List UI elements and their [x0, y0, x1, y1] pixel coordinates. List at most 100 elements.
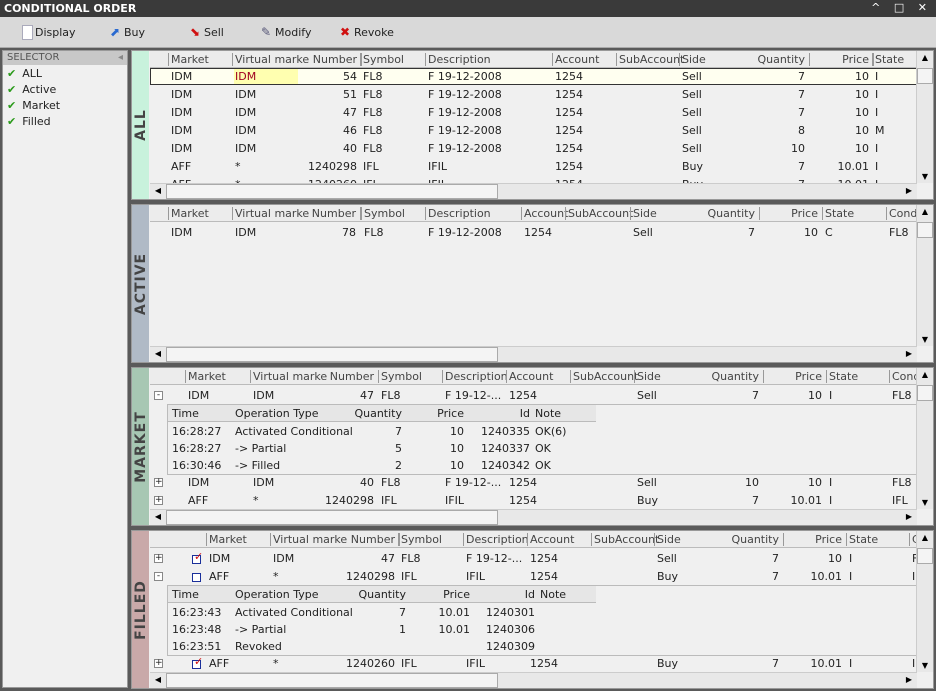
- column-header[interactable]: Market: [171, 51, 209, 68]
- modify-button[interactable]: ✎ Modify: [259, 25, 311, 40]
- column-header[interactable]: Number: [313, 51, 357, 68]
- scroll-left-icon[interactable]: ◀: [150, 512, 166, 521]
- column-header[interactable]: Quantity: [731, 531, 779, 548]
- column-header[interactable]: Side: [682, 51, 706, 68]
- scroll-down-icon[interactable]: ▼: [917, 661, 933, 670]
- column-header[interactable]: Symbol: [363, 51, 404, 68]
- vertical-scrollbar[interactable]: ▲ ▼: [916, 205, 933, 346]
- column-header[interactable]: Account: [555, 51, 599, 68]
- collapse-row-button[interactable]: -: [154, 391, 163, 400]
- scroll-left-icon[interactable]: ◀: [150, 675, 166, 684]
- column-header[interactable]: State: [829, 368, 858, 385]
- expand-row-button[interactable]: +: [154, 659, 163, 668]
- revoke-button[interactable]: ✖ Revoke: [338, 25, 394, 40]
- column-header[interactable]: Side: [657, 531, 681, 548]
- selector-item-active[interactable]: ✔ Active: [7, 83, 56, 96]
- display-button[interactable]: Display: [22, 25, 76, 40]
- column-header[interactable]: Virtual marke: [235, 51, 309, 68]
- column-header[interactable]: SubAccount: [619, 51, 684, 68]
- column-header[interactable]: Description: [466, 531, 529, 548]
- column-header[interactable]: Price: [795, 368, 822, 385]
- selector-item-filled[interactable]: ✔ Filled: [7, 115, 51, 128]
- horizontal-scrollbar[interactable]: ◀ ▶: [150, 346, 917, 362]
- column-header[interactable]: Market: [188, 368, 226, 385]
- collapse-left-icon[interactable]: ◂: [118, 52, 123, 63]
- column-header[interactable]: SubAccount: [568, 205, 633, 222]
- buy-button[interactable]: ⬈ Buy: [108, 25, 145, 40]
- column-header[interactable]: Number: [330, 368, 374, 385]
- scroll-right-icon[interactable]: ▶: [901, 186, 917, 195]
- column-header[interactable]: State: [849, 531, 878, 548]
- scroll-right-icon[interactable]: ▶: [901, 349, 917, 358]
- expand-row-button[interactable]: +: [154, 554, 163, 563]
- scroll-left-icon[interactable]: ◀: [150, 349, 166, 358]
- column-header[interactable]: Side: [637, 368, 661, 385]
- column-header[interactable]: Account: [530, 531, 574, 548]
- column-header[interactable]: SubAccount: [594, 531, 659, 548]
- scroll-up-icon[interactable]: ▲: [917, 533, 933, 542]
- horizontal-scrollbar[interactable]: ◀ ▶: [150, 672, 917, 688]
- collapse-row-button[interactable]: -: [154, 572, 163, 581]
- column-header[interactable]: Account: [509, 368, 553, 385]
- column-header[interactable]: SubAccount: [573, 368, 638, 385]
- scroll-right-icon[interactable]: ▶: [901, 675, 917, 684]
- vertical-scrollbar[interactable]: ▲ ▼: [916, 51, 933, 183]
- scroll-left-icon[interactable]: ◀: [150, 186, 166, 195]
- vertical-scrollbar[interactable]: ▲ ▼: [916, 531, 933, 672]
- scroll-thumb[interactable]: [917, 548, 933, 564]
- selector-item-all[interactable]: ✔ ALL: [7, 67, 42, 80]
- column-header[interactable]: Market: [209, 531, 247, 548]
- column-header[interactable]: Price: [842, 51, 869, 68]
- column-header[interactable]: Symbol: [401, 531, 442, 548]
- column-header[interactable]: Number: [351, 531, 395, 548]
- column-header[interactable]: Virtual marke: [253, 368, 327, 385]
- column-header[interactable]: State: [875, 51, 904, 68]
- column-header[interactable]: Price: [791, 205, 818, 222]
- scroll-thumb[interactable]: [917, 385, 933, 401]
- column-header[interactable]: Description: [445, 368, 508, 385]
- scroll-thumb[interactable]: [166, 184, 498, 199]
- column-header[interactable]: Price: [815, 531, 842, 548]
- maximize-icon[interactable]: □: [894, 1, 909, 14]
- scroll-up-icon[interactable]: ▲: [917, 207, 933, 216]
- column-header[interactable]: Side: [633, 205, 657, 222]
- collapse-icon[interactable]: ^: [871, 1, 885, 14]
- column-header[interactable]: Virtual marke: [235, 205, 309, 222]
- column-header[interactable]: Symbol: [364, 205, 405, 222]
- horizontal-scrollbar[interactable]: ◀ ▶: [150, 183, 917, 199]
- column-header[interactable]: Account: [524, 205, 568, 222]
- scroll-thumb[interactable]: [166, 673, 498, 688]
- vertical-scrollbar[interactable]: ▲ ▼: [916, 368, 933, 509]
- scroll-down-icon[interactable]: ▼: [917, 172, 933, 181]
- selector-item-market[interactable]: ✔ Market: [7, 99, 60, 112]
- scroll-down-icon[interactable]: ▼: [917, 498, 933, 507]
- column-header[interactable]: Quantity: [711, 368, 759, 385]
- scroll-up-icon[interactable]: ▲: [917, 370, 933, 379]
- expand-row-button[interactable]: +: [154, 496, 163, 505]
- row-cell: AFF: [209, 657, 230, 670]
- column-header[interactable]: Symbol: [381, 368, 422, 385]
- column-header[interactable]: Quantity: [707, 205, 755, 222]
- column-header[interactable]: Description: [428, 51, 491, 68]
- expand-row-button[interactable]: +: [154, 478, 163, 487]
- scroll-thumb[interactable]: [166, 347, 498, 362]
- column-header[interactable]: Virtual marke: [273, 531, 347, 548]
- scroll-down-icon[interactable]: ▼: [917, 335, 933, 344]
- column-separator: [361, 53, 362, 66]
- section-all: ALL Market Virtual marke Number Symbol Descri…: [131, 50, 934, 200]
- column-header[interactable]: Quantity: [757, 51, 805, 68]
- close-icon[interactable]: ✕: [918, 1, 932, 14]
- scroll-right-icon[interactable]: ▶: [901, 512, 917, 521]
- scroll-up-icon[interactable]: ▲: [917, 53, 933, 62]
- scroll-thumb[interactable]: [917, 222, 933, 238]
- scroll-thumb[interactable]: [166, 510, 498, 525]
- filled-checked-icon: [192, 550, 203, 564]
- column-header[interactable]: Number: [312, 205, 356, 222]
- sell-button[interactable]: ⬊ Sell: [188, 25, 224, 40]
- detail-column-header: Price: [443, 588, 470, 601]
- column-header[interactable]: Market: [171, 205, 209, 222]
- scroll-thumb[interactable]: [917, 68, 933, 84]
- column-header[interactable]: Description: [428, 205, 491, 222]
- column-header[interactable]: State: [825, 205, 854, 222]
- horizontal-scrollbar[interactable]: ◀ ▶: [150, 509, 917, 525]
